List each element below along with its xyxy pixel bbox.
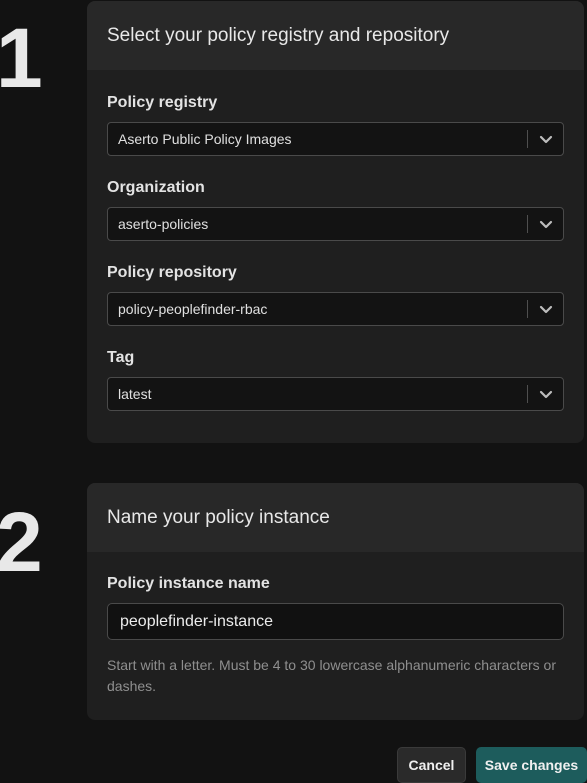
policy-repository-select[interactable]: policy-peoplefinder-rbac [107, 292, 564, 326]
step-number-2: 2 [0, 495, 43, 589]
instance-card: Name your policy instance Policy instanc… [87, 483, 584, 720]
organization-value: aserto-policies [118, 216, 209, 232]
tag-label: Tag [107, 349, 135, 366]
registry-card: Select your policy registry and reposito… [87, 1, 584, 443]
step-number-1: 1 [0, 11, 43, 105]
policy-repository-value: policy-peoplefinder-rbac [118, 301, 268, 317]
policy-registry-value: Aserto Public Policy Images [118, 131, 292, 147]
organization-select[interactable]: aserto-policies [107, 207, 564, 241]
instance-name-hint: Start with a letter. Must be 4 to 30 low… [107, 657, 556, 694]
policy-registry-select[interactable]: Aserto Public Policy Images [107, 122, 564, 156]
instance-card-title: Name your policy instance [87, 483, 584, 552]
save-changes-button[interactable]: Save changes [476, 747, 587, 783]
chevron-down-icon[interactable] [528, 207, 563, 241]
organization-label: Organization [107, 179, 205, 196]
policy-registry-label: Policy registry [107, 94, 218, 111]
registry-card-title: Select your policy registry and reposito… [87, 1, 584, 70]
policy-repository-label: Policy repository [107, 264, 237, 281]
instance-name-label: Policy instance name [107, 575, 270, 592]
chevron-down-icon[interactable] [528, 122, 563, 156]
cancel-button[interactable]: Cancel [397, 747, 466, 783]
chevron-down-icon[interactable] [528, 377, 563, 411]
chevron-down-icon[interactable] [528, 292, 563, 326]
instance-name-input[interactable]: peoplefinder-instance [107, 603, 564, 640]
tag-select[interactable]: latest [107, 377, 564, 411]
tag-value: latest [118, 386, 152, 402]
